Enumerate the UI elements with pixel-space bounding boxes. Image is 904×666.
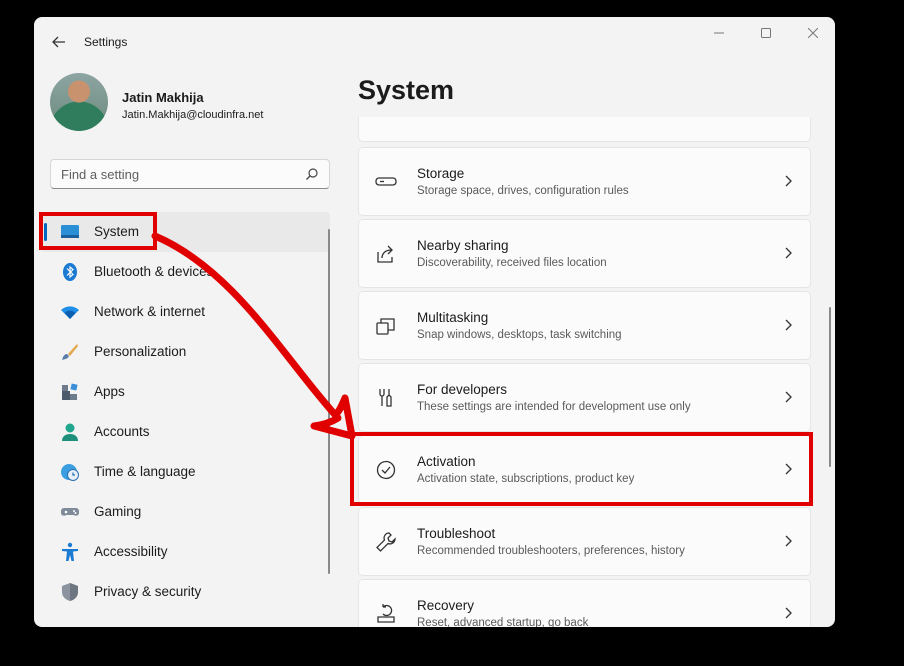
chevron-right-icon (785, 391, 792, 403)
settings-window: Settings Jatin Makhija Jatin.Makhija@clo… (34, 17, 835, 627)
sidebar-item-privacy-security[interactable]: Privacy & security (40, 572, 330, 612)
card-subtitle: Discoverability, received files location (417, 257, 607, 269)
chevron-right-icon (785, 535, 792, 547)
sidebar-item-accessibility[interactable]: Accessibility (40, 532, 330, 572)
settings-card-recovery[interactable]: Recovery Reset, advanced startup, go bac… (358, 579, 811, 627)
maximize-button[interactable] (753, 25, 779, 41)
back-button[interactable] (48, 31, 70, 53)
card-title: Multitasking (417, 310, 489, 325)
search-input[interactable]: Find a setting (50, 159, 330, 189)
user-name: Jatin Makhija (122, 90, 204, 105)
sidebar-item-bluetooth[interactable]: Bluetooth & devices (40, 252, 330, 292)
sidebar-item-label: Accounts (94, 424, 150, 439)
sidebar-item-label: Time & language (94, 464, 196, 479)
recovery-icon (377, 604, 395, 623)
annotation-box-system (39, 212, 157, 250)
close-button[interactable] (800, 25, 826, 41)
storage-icon (375, 177, 397, 186)
brush-icon (62, 344, 78, 360)
settings-card-partial[interactable] (358, 117, 811, 142)
back-arrow-icon (52, 36, 65, 48)
sidebar-item-label: Personalization (94, 344, 187, 359)
bluetooth-icon (63, 263, 77, 281)
maximize-icon (761, 28, 771, 38)
minimize-button[interactable] (706, 25, 732, 41)
sidebar-item-gaming[interactable]: Gaming (40, 492, 330, 532)
close-icon (808, 28, 818, 38)
settings-card-for-developers[interactable]: For developers These settings are intend… (358, 363, 811, 432)
user-email: Jatin.Makhija@cloudinfra.net (122, 109, 264, 121)
search-icon (306, 168, 318, 180)
share-icon (377, 245, 393, 263)
chevron-right-icon (785, 175, 792, 187)
card-subtitle: Storage space, drives, configuration rul… (417, 185, 629, 197)
card-title: For developers (417, 382, 508, 397)
settings-card-nearby-sharing[interactable]: Nearby sharing Discoverability, received… (358, 219, 811, 288)
app-title: Settings (84, 35, 128, 49)
card-title: Nearby sharing (417, 238, 509, 253)
card-subtitle: Recommended troubleshooters, preferences… (417, 545, 685, 557)
gamepad-icon (61, 508, 79, 516)
card-title: Troubleshoot (417, 526, 496, 541)
title-bar: Settings (34, 17, 835, 65)
sidebar-item-label: Bluetooth & devices (94, 264, 214, 279)
developer-tools-icon (379, 389, 392, 407)
globe-clock-icon (61, 464, 79, 481)
wifi-icon (61, 306, 79, 319)
card-title: Storage (417, 166, 465, 181)
sidebar-item-apps[interactable]: Apps (40, 372, 330, 412)
wrench-icon (376, 532, 396, 552)
minimize-icon (714, 32, 724, 34)
settings-card-multitasking[interactable]: Multitasking Snap windows, desktops, tas… (358, 291, 811, 360)
card-subtitle: Snap windows, desktops, task switching (417, 329, 622, 341)
settings-card-list: Storage Storage space, drives, configura… (358, 117, 811, 627)
annotation-box-activation (350, 432, 813, 506)
sidebar-item-label: Privacy & security (94, 584, 202, 599)
sidebar-item-accounts[interactable]: Accounts (40, 412, 330, 452)
page-title: System (358, 75, 455, 105)
shield-icon (62, 583, 78, 601)
sidebar-item-network[interactable]: Network & internet (40, 292, 330, 332)
sidebar-item-personalization[interactable]: Personalization (40, 332, 330, 372)
search-placeholder: Find a setting (61, 167, 140, 182)
card-subtitle: Reset, advanced startup, go back (417, 617, 589, 627)
card-subtitle: These settings are intended for developm… (417, 401, 691, 413)
sidebar-item-label: Network & internet (94, 304, 206, 319)
accessibility-icon (62, 542, 78, 561)
card-title: Recovery (417, 598, 475, 613)
sidebar-scrollbar[interactable] (328, 229, 330, 574)
chevron-right-icon (785, 607, 792, 619)
chevron-right-icon (785, 319, 792, 331)
chevron-right-icon (785, 247, 792, 259)
accounts-icon (62, 423, 78, 441)
apps-icon (62, 383, 78, 400)
sidebar-item-label: Accessibility (94, 544, 168, 559)
settings-card-troubleshoot[interactable]: Troubleshoot Recommended troubleshooters… (358, 507, 811, 576)
sidebar-item-label: Apps (94, 384, 125, 399)
multitasking-icon (376, 318, 395, 335)
main-scrollbar[interactable] (829, 307, 831, 467)
sidebar-item-time-language[interactable]: Time & language (40, 452, 330, 492)
sidebar-item-label: Gaming (94, 504, 142, 519)
sidebar-nav: System Bluetooth & devices Network & int… (40, 212, 330, 612)
settings-card-storage[interactable]: Storage Storage space, drives, configura… (358, 147, 811, 216)
avatar[interactable] (50, 73, 108, 131)
